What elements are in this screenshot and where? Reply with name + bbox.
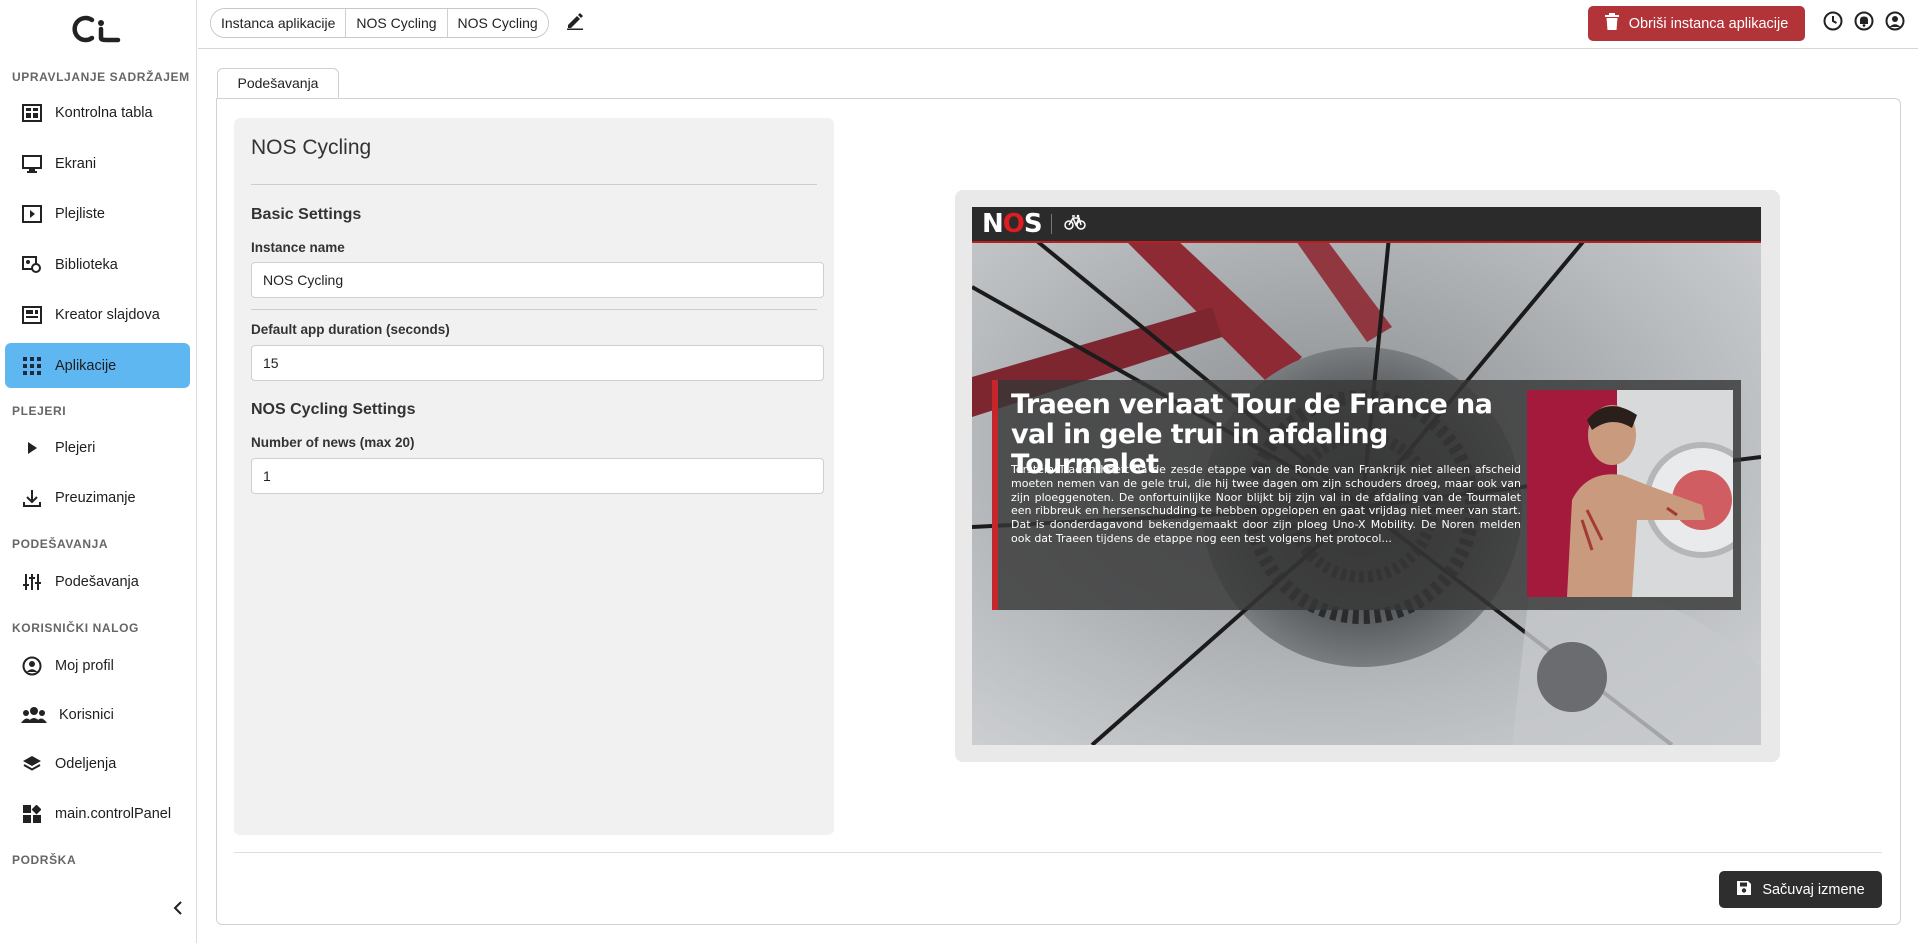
sidebar-item-playlists[interactable]: Plejliste (5, 191, 190, 236)
nos-logo-text: NOS (982, 209, 1043, 239)
monitor-icon (21, 153, 43, 175)
section-content-management: UPRAVLJANJE SADRŽAJEM (12, 70, 190, 84)
news-count-input[interactable] (251, 458, 824, 494)
user-circle-icon (1885, 11, 1905, 36)
sidebar-item-label: Odeljenja (55, 755, 117, 772)
breadcrumb-item[interactable]: NOS Cycling (346, 9, 448, 37)
sidebar-item-label: Ekrani (55, 155, 97, 172)
layers-icon (21, 753, 43, 775)
delete-instance-button[interactable]: Obriši instanca aplikacije (1588, 6, 1805, 41)
sidebar-item-control-panel[interactable]: main.controlPanel (5, 791, 190, 836)
top-header: Instanca aplikacije NOS Cycling NOS Cycl… (198, 0, 1918, 49)
instance-name-label: Instance name (251, 240, 345, 255)
history-icon (1823, 11, 1843, 36)
bell-icon (1854, 11, 1874, 36)
sidebar-item-dashboard[interactable]: Kontrolna tabla (5, 90, 190, 135)
sidebar-item-label: Korisnici (59, 706, 114, 723)
nos-settings-heading: NOS Cycling Settings (251, 401, 416, 418)
news-card: Traeen verlaat Tour de France na val in … (992, 380, 1741, 610)
sidebar-item-downloads[interactable]: Preuzimanje (5, 475, 190, 520)
nos-header-bar: NOS (972, 207, 1761, 243)
play-icon (21, 437, 43, 459)
sidebar-item-label: Biblioteka (55, 256, 118, 273)
sidebar-item-profile[interactable]: Moj profil (5, 643, 190, 688)
delete-instance-label: Obriši instanca aplikacije (1628, 15, 1789, 32)
apps-grid-icon (21, 355, 43, 377)
section-players: PLEJERI (12, 404, 67, 418)
floppy-disk-icon (1736, 880, 1762, 900)
breadcrumb-item[interactable]: Instanca aplikacije (211, 9, 347, 37)
news-count-label: Number of news (max 20) (251, 435, 415, 450)
sidebar-item-label: Kontrolna tabla (55, 104, 153, 121)
app-logo[interactable] (72, 14, 122, 44)
sidebar-item-settings[interactable]: Podešavanja (5, 559, 190, 604)
settings-form: NOS Cycling Basic Settings Instance name… (234, 118, 834, 835)
sidebar-item-label: Aplikacije (55, 357, 117, 374)
divider (251, 309, 817, 310)
users-icon (21, 704, 47, 726)
basic-settings-heading: Basic Settings (251, 206, 362, 223)
section-account: KORISNIČKI NALOG (12, 621, 139, 635)
breadcrumb-item[interactable]: NOS Cycling (447, 9, 548, 37)
sidebar: UPRAVLJANJE SADRŽAJEM Kontrolna tabla Ek… (0, 0, 197, 943)
save-button[interactable]: Sačuvaj izmene (1719, 871, 1882, 908)
divider (1050, 214, 1052, 234)
history-button[interactable] (1822, 11, 1844, 36)
download-icon (21, 487, 43, 509)
sidebar-item-users[interactable]: Korisnici (5, 692, 190, 737)
sidebar-item-screens[interactable]: Ekrani (5, 141, 190, 186)
dashboard-icon (21, 102, 43, 124)
playlist-icon (21, 203, 43, 225)
sliders-icon (21, 571, 43, 593)
sidebar-item-label: main.controlPanel (55, 805, 172, 822)
footer-divider (234, 852, 1882, 853)
slide-creator-icon (21, 304, 43, 326)
news-photo (1527, 390, 1733, 597)
trash-icon (1604, 13, 1629, 34)
news-body: Torstein Traeen heeft na de zesde etappe… (1011, 463, 1521, 545)
user-circle-icon (21, 655, 43, 677)
section-settings: PODEŠAVANJA (12, 537, 109, 551)
duration-input[interactable] (251, 345, 824, 381)
tab-settings[interactable]: Podešavanja (217, 68, 339, 98)
sidebar-item-label: Plejliste (55, 205, 105, 222)
sidebar-item-players[interactable]: Plejeri (5, 425, 190, 470)
sidebar-item-slide-creator[interactable]: Kreator slajdova (5, 292, 190, 337)
widgets-icon (21, 803, 43, 825)
divider (251, 184, 817, 185)
sidebar-item-label: Preuzimanje (55, 489, 136, 506)
sidebar-item-label: Plejeri (55, 439, 96, 456)
edit-name-button[interactable] (564, 12, 586, 34)
app-preview-frame: NOS Traeen verlaat Tour de France na val… (955, 190, 1780, 762)
bicycle-icon (1063, 214, 1086, 235)
sidebar-item-library[interactable]: Biblioteka (5, 242, 190, 287)
breadcrumb: Instanca aplikacije NOS Cycling NOS Cycl… (210, 8, 549, 38)
pencil-icon (566, 12, 584, 35)
save-label: Sačuvaj izmene (1762, 881, 1865, 898)
collapse-sidebar-button[interactable] (168, 898, 188, 922)
duration-label: Default app duration (seconds) (251, 322, 450, 337)
chevron-left-icon (172, 900, 184, 921)
instance-name-input[interactable] (251, 262, 824, 298)
sidebar-item-label: Moj profil (55, 657, 114, 674)
app-preview: NOS Traeen verlaat Tour de France na val… (972, 207, 1761, 745)
form-title: NOS Cycling (251, 136, 372, 159)
nos-logo: NOS (982, 209, 1043, 239)
section-support: PODRŠKA (12, 853, 77, 867)
notifications-button[interactable] (1853, 11, 1875, 36)
sidebar-item-apps[interactable]: Aplikacije (5, 343, 190, 388)
sidebar-item-departments[interactable]: Odeljenja (5, 741, 190, 786)
account-button[interactable] (1884, 11, 1906, 36)
sidebar-item-label: Podešavanja (55, 573, 139, 590)
sidebar-item-label: Kreator slajdova (55, 306, 160, 323)
library-icon (21, 254, 43, 276)
